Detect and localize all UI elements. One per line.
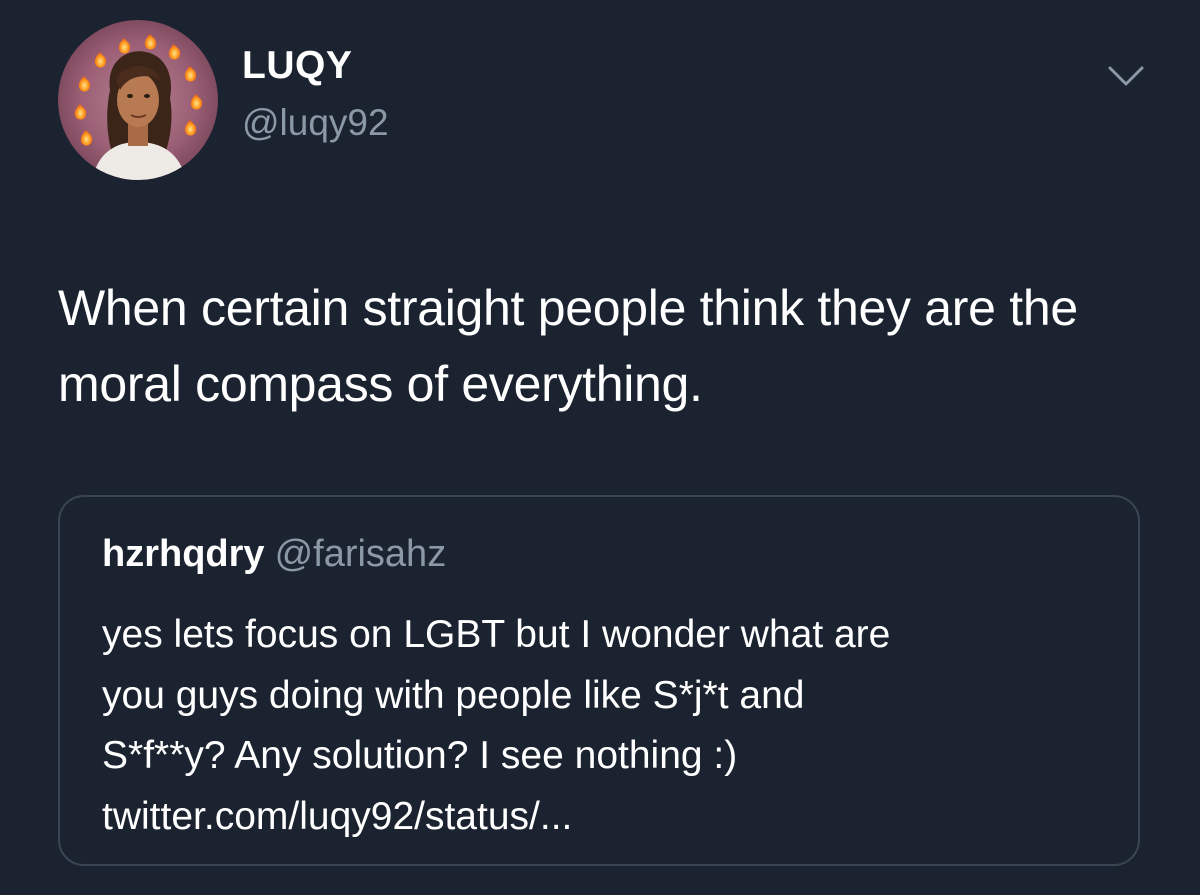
display-name[interactable]: LUQY	[242, 46, 352, 85]
quoted-text-line: S*f**y? Any solution? I see nothing :)	[102, 734, 738, 777]
quoted-tweet-text: yes lets focus on LGBT but I wonder what…	[102, 605, 1112, 847]
quoted-text-line: you guys doing with people like S*j*t an…	[102, 673, 805, 717]
user-handle: @luqy92	[242, 102, 389, 143]
quoted-link[interactable]: twitter.com/luqy92/status/...	[102, 787, 1112, 848]
quoted-display-name: hzrhqdry	[102, 533, 265, 575]
quoted-text-line: yes lets focus on LGBT but I wonder what…	[102, 613, 891, 656]
chevron-down-icon[interactable]	[1104, 58, 1148, 94]
quoted-tweet-header: hzrhqdry @farisahz	[102, 535, 446, 573]
avatar[interactable]	[58, 20, 218, 180]
tweet-text: When certain straight people think they …	[58, 280, 1078, 412]
avatar-photo	[58, 20, 218, 180]
quoted-tweet-card[interactable]: hzrhqdry @farisahz yes lets focus on LGBT…	[58, 495, 1140, 866]
quoted-user-handle: @farisahz	[274, 533, 447, 575]
tweet: LUQY @luqy92 When certain straight peopl…	[0, 0, 1200, 895]
